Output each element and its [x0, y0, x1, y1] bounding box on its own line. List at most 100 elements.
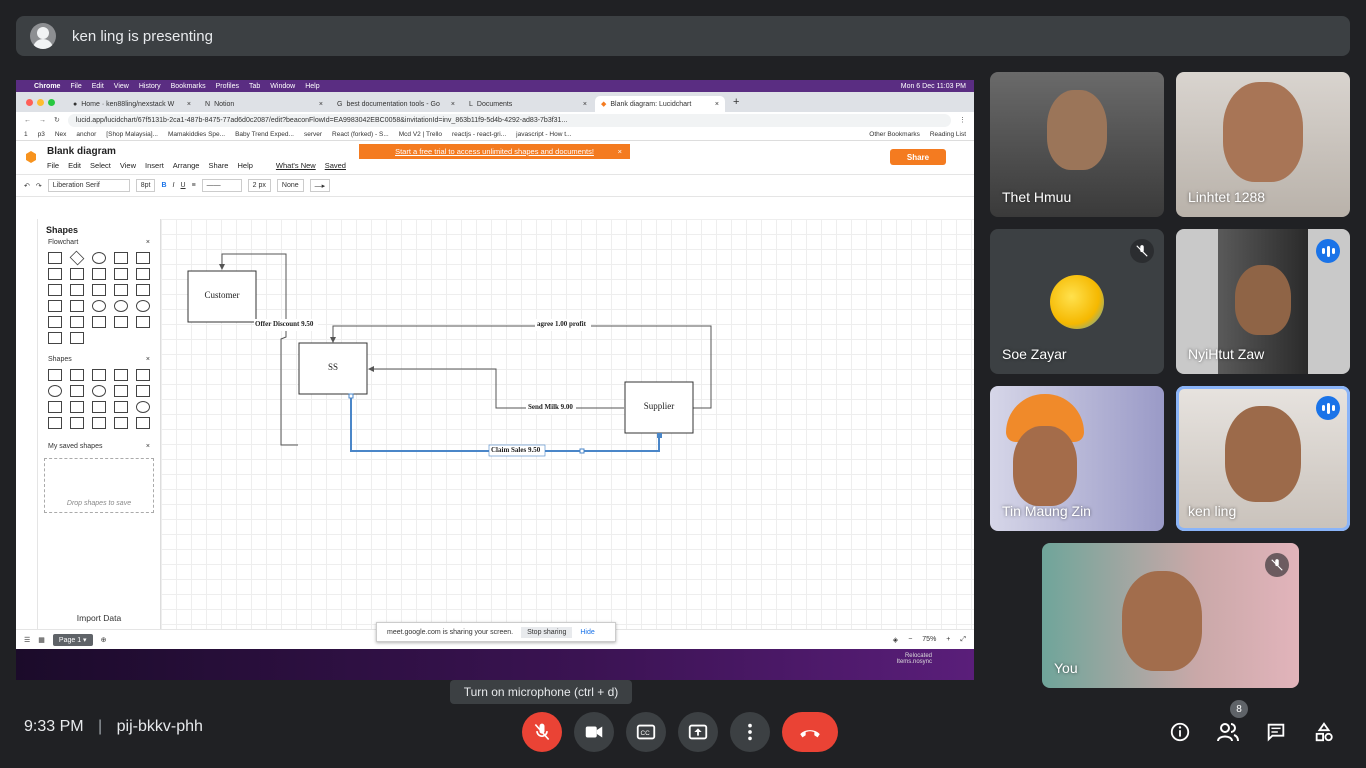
participant-video — [1223, 82, 1303, 182]
lucid-icon: L — [469, 100, 473, 108]
zoom-in-icon: + — [946, 635, 951, 643]
shape-item — [70, 332, 84, 344]
participant-tile[interactable]: Linhtet 1288 — [1176, 72, 1350, 217]
tab-documents: L Documents × — [463, 96, 593, 112]
shapes-panel-title: Shapes — [46, 225, 79, 235]
whats-new-link: What's New — [275, 161, 316, 170]
zoom-window-button — [48, 98, 55, 106]
participant-tile[interactable]: Tin Maung Zin — [990, 386, 1164, 531]
claim-label: Claim Sales 9.50 — [491, 446, 541, 454]
presenter-avatar — [30, 23, 56, 49]
lucid-icon: ◆ — [601, 101, 607, 108]
shape-item — [136, 385, 150, 397]
shape-item — [92, 268, 106, 280]
camera-toggle-button[interactable] — [574, 712, 614, 752]
shape-item — [70, 300, 84, 312]
svg-text:CC: CC — [641, 730, 651, 737]
menu-share: Share — [208, 161, 229, 170]
people-count-badge: 8 — [1230, 700, 1248, 718]
import-data-button: Import Data — [38, 613, 160, 623]
shape-item — [70, 385, 84, 397]
meeting-details-button[interactable] — [1166, 718, 1194, 746]
share-button: Share — [890, 149, 946, 165]
mac-menu-tab: Tab — [248, 82, 261, 90]
saved-hint: Drop shapes to save — [66, 500, 132, 507]
mac-menu-window: Window — [270, 82, 296, 90]
ss-label: SS — [327, 362, 338, 372]
mac-menu-edit: Edit — [91, 82, 104, 90]
shape-item — [48, 385, 62, 397]
meeting-code: pij-bkkv-phh — [116, 718, 203, 735]
shape-item — [114, 252, 128, 264]
bold-icon: B — [161, 182, 167, 189]
shape-item — [136, 300, 150, 312]
present-screen-button[interactable] — [678, 712, 718, 752]
shape-item — [70, 417, 84, 429]
shape-item — [69, 250, 85, 266]
participant-tile[interactable]: Soe Zayar — [990, 229, 1164, 374]
meet-controls-bar: 9:33 PM | pij-bkkv-phh CC — [0, 704, 1366, 768]
participant-tile[interactable]: NyiHtut Zaw — [1176, 229, 1350, 374]
bookmarks-bar: 1 p3 Nex anchor [Shop Malaysia]... Mamak… — [16, 128, 974, 141]
more-vert-icon — [748, 723, 752, 741]
activities-button[interactable] — [1310, 718, 1338, 746]
underline-icon: U — [180, 182, 186, 189]
shape-item — [114, 284, 128, 296]
shape-item — [48, 300, 62, 312]
self-view-tile[interactable]: You — [1042, 543, 1299, 688]
line-width-select: 2 px — [247, 179, 271, 192]
shapes-section-header: Shapes × — [38, 354, 160, 365]
doc-title: Blank diagram — [47, 146, 116, 157]
stop-sharing-button: Stop sharing — [521, 626, 573, 638]
tab-lucidchart: ◆ Blank diagram: Lucidchart × — [595, 96, 725, 112]
shape-item — [48, 369, 62, 381]
participant-name: ken ling — [1188, 503, 1237, 519]
arrow-start: None — [281, 182, 299, 189]
people-button[interactable] — [1214, 718, 1242, 746]
supplier-label: Supplier — [643, 401, 675, 411]
shape-item — [48, 252, 62, 264]
line-style-select: —— — [201, 179, 242, 192]
screen-share-notice: meet.google.com is sharing your screen. … — [376, 622, 616, 642]
shape-item — [114, 268, 128, 280]
menu-help: Help — [237, 161, 253, 170]
shape-item — [136, 284, 150, 296]
send-connector — [368, 366, 624, 409]
shape-item — [70, 316, 84, 328]
bookmark: server — [303, 130, 323, 138]
trial-banner: Start a free trial to access unlimited s… — [359, 144, 630, 159]
line-width: 2 px — [252, 182, 266, 189]
captions-button[interactable]: CC — [626, 712, 666, 752]
minimize-window-button — [37, 98, 44, 106]
presenting-banner: ken ling is presenting — [16, 16, 1350, 56]
mic-off-icon — [534, 723, 550, 741]
add-page-icon: ⊕ — [100, 636, 107, 644]
participant-tile-selected[interactable]: ken ling — [1176, 386, 1350, 531]
shape-item — [114, 417, 128, 429]
info-icon — [1170, 722, 1190, 742]
layers-icon: ◈ — [892, 636, 899, 644]
chat-button[interactable] — [1262, 718, 1290, 746]
extensions-icon: ⋮ — [959, 117, 966, 124]
speaking-indicator-icon — [1316, 396, 1340, 420]
tab-google: Gbest documentation tools - Go × — [331, 96, 461, 112]
align-icon: ≡ — [191, 182, 196, 189]
microphone-toggle-button[interactable] — [522, 712, 562, 752]
shape-item — [114, 401, 128, 413]
participant-tile[interactable]: Thet Hmuu — [990, 72, 1164, 217]
shape-item — [114, 369, 128, 381]
shape-item — [92, 300, 106, 312]
selection-handle — [657, 433, 662, 438]
saved-status: Saved — [324, 161, 346, 170]
shapes-panel: Shapes Flowchart × Shapes × My saved shape… — [38, 219, 161, 629]
participant-name: Thet Hmuu — [1002, 189, 1072, 205]
menu-view: View — [119, 161, 137, 170]
tab-label: Home · ken88ling/nexstack W — [81, 100, 175, 108]
mac-menu-file: File — [70, 82, 82, 90]
more-options-button[interactable] — [730, 712, 770, 752]
diagram-canvas: Customer SS Supplier Offer Discount 9.50… — [161, 219, 974, 629]
leave-call-button[interactable] — [782, 712, 838, 752]
notion-icon: N — [205, 100, 211, 108]
grid-icon: ▦ — [38, 636, 45, 644]
lucid-logo-icon — [26, 151, 36, 163]
